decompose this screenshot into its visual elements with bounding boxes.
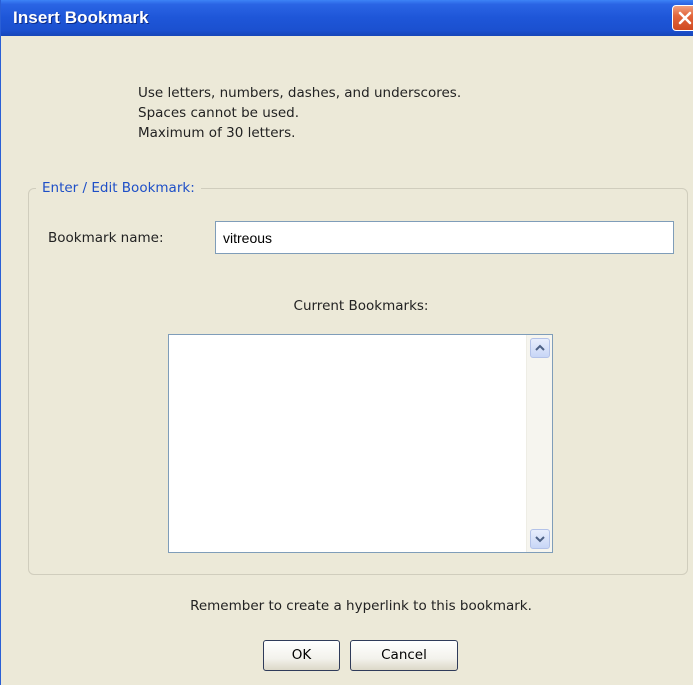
scroll-down-button[interactable] bbox=[530, 529, 550, 549]
chevron-down-icon bbox=[535, 536, 545, 543]
instruction-line: Maximum of 30 letters. bbox=[138, 125, 296, 141]
close-button[interactable] bbox=[672, 5, 693, 31]
instruction-line: Use letters, numbers, dashes, and unders… bbox=[138, 85, 462, 101]
current-bookmarks-label: Current Bookmarks: bbox=[293, 298, 429, 314]
hyperlink-reminder: Remember to create a hyperlink to this b… bbox=[190, 598, 532, 614]
vertical-scrollbar[interactable] bbox=[526, 335, 552, 552]
close-icon bbox=[678, 11, 692, 25]
current-bookmarks-list[interactable] bbox=[168, 334, 553, 553]
window-title: Insert Bookmark bbox=[13, 8, 149, 27]
bookmark-name-input[interactable] bbox=[215, 221, 674, 254]
bookmark-name-label: Bookmark name: bbox=[48, 230, 164, 246]
chevron-up-icon bbox=[535, 344, 545, 351]
group-legend: Enter / Edit Bookmark: bbox=[36, 179, 201, 197]
ok-button[interactable]: OK bbox=[263, 640, 340, 671]
cancel-button[interactable]: Cancel bbox=[350, 640, 458, 671]
title-bar[interactable]: Insert Bookmark bbox=[1, 0, 693, 36]
instructions: Use letters, numbers, dashes, and unders… bbox=[138, 83, 461, 143]
instruction-line: Spaces cannot be used. bbox=[138, 105, 300, 121]
scroll-up-button[interactable] bbox=[530, 338, 550, 358]
insert-bookmark-dialog: Insert Bookmark Use letters, numbers, da… bbox=[0, 0, 693, 685]
